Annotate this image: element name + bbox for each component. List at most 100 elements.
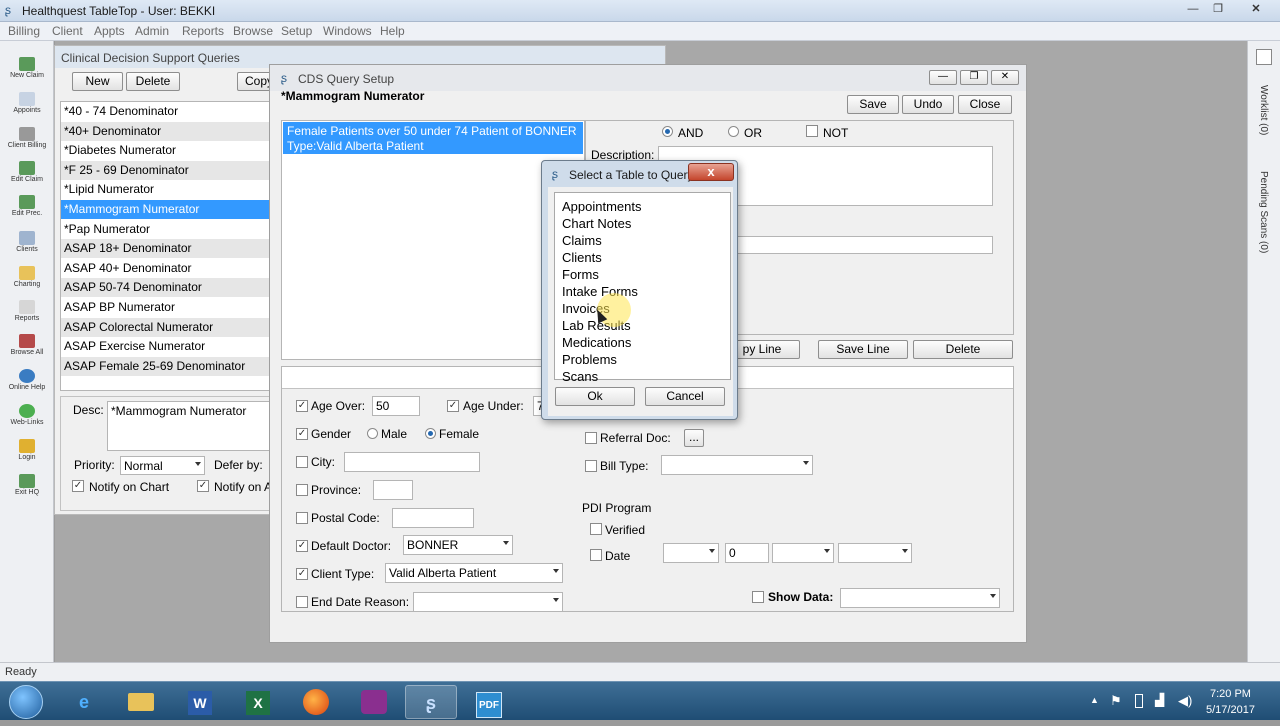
charting-button[interactable]: Charting — [3, 266, 51, 288]
date-number-field[interactable]: 0 — [725, 543, 769, 563]
maximize-button[interactable]: ❐ — [960, 70, 988, 85]
bill-type-checkbox[interactable] — [585, 460, 597, 472]
menu-admin[interactable]: Admin — [135, 24, 169, 38]
not-checkbox[interactable] — [806, 125, 818, 137]
close-button[interactable]: ✕ — [991, 70, 1019, 85]
and-radio[interactable] — [662, 126, 673, 137]
verified-checkbox[interactable] — [590, 523, 602, 535]
close-button[interactable]: ✕ — [1245, 3, 1267, 17]
menu-windows[interactable]: Windows — [323, 24, 372, 38]
list-item[interactable]: *Pap Numerator — [61, 220, 269, 239]
panel-icon[interactable] — [1256, 49, 1272, 65]
postal-code-checkbox[interactable] — [296, 512, 308, 524]
list-item[interactable]: ASAP 50-74 Denominator — [61, 278, 269, 298]
list-item[interactable]: *F 25 - 69 Denominator — [61, 160, 269, 180]
male-radio[interactable] — [367, 428, 378, 439]
clock-date[interactable]: 5/17/2017 — [1206, 704, 1255, 716]
list-item[interactable]: *Lipid Numerator — [61, 180, 269, 199]
end-date-reason-checkbox[interactable] — [296, 596, 308, 608]
save-button[interactable]: Save — [847, 95, 899, 114]
table-item-appointments[interactable]: Appointments — [562, 198, 712, 215]
postal-code-field[interactable] — [392, 508, 474, 528]
city-checkbox[interactable] — [296, 456, 308, 468]
default-doctor-select[interactable]: BONNER — [403, 535, 513, 555]
cancel-button[interactable]: Cancel — [645, 387, 725, 406]
female-radio[interactable] — [425, 428, 436, 439]
province-field[interactable] — [373, 480, 413, 500]
battery-icon[interactable] — [1135, 694, 1143, 708]
client-type-select[interactable]: Valid Alberta Patient — [385, 563, 563, 583]
list-item-selected[interactable]: *Mammogram Numerator — [61, 200, 269, 219]
file-explorer-icon[interactable] — [115, 685, 167, 719]
date-select-2[interactable] — [772, 543, 834, 563]
healthquest-icon[interactable]: ʂ — [405, 685, 457, 719]
date-checkbox[interactable] — [590, 549, 602, 561]
save-line-button[interactable]: Save Line — [818, 340, 908, 359]
list-item[interactable]: ASAP Female 25-69 Denominator — [61, 356, 269, 376]
web-links-button[interactable]: Web-Links — [3, 404, 51, 426]
table-item-claims[interactable]: Claims — [562, 232, 712, 249]
list-item[interactable]: *40+ Denominator — [61, 121, 269, 141]
notify-a-checkbox[interactable]: ✓ — [197, 480, 209, 492]
appoints-button[interactable]: Appoints — [3, 92, 51, 114]
table-item-forms[interactable]: Forms — [562, 266, 712, 283]
referral-doc-browse-button[interactable]: ... — [684, 429, 704, 447]
menu-appts[interactable]: Appts — [94, 24, 125, 38]
browse-all-button[interactable]: Browse All — [3, 334, 51, 356]
list-item[interactable]: *40 - 74 Denominator — [61, 102, 269, 121]
date-select-1[interactable] — [663, 543, 719, 563]
delete-line-button[interactable]: Delete — [913, 340, 1013, 359]
desc-field[interactable]: *Mammogram Numerator — [107, 401, 271, 451]
list-item[interactable]: ASAP 40+ Denominator — [61, 259, 269, 278]
edit-prec-button[interactable]: Edit Prec. — [3, 195, 51, 217]
ok-button[interactable]: Ok — [555, 387, 635, 406]
bill-type-select[interactable] — [661, 455, 813, 475]
referral-doc-checkbox[interactable] — [585, 432, 597, 444]
reports-button[interactable]: Reports — [3, 300, 51, 322]
rule-item-selected[interactable]: Female Patients over 50 under 74 Patient… — [283, 122, 583, 154]
client-billing-button[interactable]: Client Billing — [3, 127, 51, 149]
table-item-problems[interactable]: Problems — [562, 351, 712, 368]
meeting-app-icon[interactable] — [348, 685, 400, 719]
new-button[interactable]: New — [72, 72, 123, 91]
start-button-icon[interactable] — [9, 685, 43, 719]
list-item[interactable]: ASAP Exercise Numerator — [61, 337, 269, 356]
table-item-invoices[interactable]: Invoices — [562, 300, 712, 317]
client-type-checkbox[interactable]: ✓ — [296, 568, 308, 580]
rules-list[interactable]: Female Patients over 50 under 74 Patient… — [281, 120, 585, 360]
dialog-close-button[interactable]: x — [688, 163, 734, 181]
online-help-button[interactable]: Online Help — [3, 369, 51, 391]
excel-icon[interactable]: X — [232, 685, 284, 719]
default-doctor-checkbox[interactable]: ✓ — [296, 540, 308, 552]
list-item[interactable]: ASAP 18+ Denominator — [61, 239, 269, 259]
table-item-scans[interactable]: Scans — [562, 368, 712, 385]
close-query-button[interactable]: Close — [958, 95, 1012, 114]
menu-reports[interactable]: Reports — [182, 24, 224, 38]
table-item-lab-results[interactable]: Lab Results — [562, 317, 712, 334]
age-over-field[interactable]: 50 — [372, 396, 420, 416]
date-select-3[interactable] — [838, 543, 912, 563]
show-data-select[interactable] — [840, 588, 1000, 608]
tray-arrow-icon[interactable]: ▲ — [1090, 695, 1099, 705]
edit-claim-button[interactable]: Edit Claim — [3, 161, 51, 183]
minimize-button[interactable]: — — [929, 70, 957, 85]
end-date-reason-select[interactable] — [413, 592, 563, 612]
menu-client[interactable]: Client — [52, 24, 83, 38]
list-item[interactable]: ASAP BP Numerator — [61, 298, 269, 317]
or-radio[interactable] — [728, 126, 739, 137]
firefox-icon[interactable] — [290, 685, 342, 719]
age-over-checkbox[interactable]: ✓ — [296, 400, 308, 412]
table-item-chart-notes[interactable]: Chart Notes — [562, 215, 712, 232]
menu-help[interactable]: Help — [380, 24, 405, 38]
show-data-checkbox[interactable] — [752, 591, 764, 603]
word-icon[interactable]: W — [174, 685, 226, 719]
worklist-tab[interactable]: Worklist (0) — [1258, 85, 1269, 135]
minimize-button[interactable]: — — [1182, 3, 1204, 17]
clients-button[interactable]: Clients — [3, 231, 51, 253]
gender-checkbox[interactable]: ✓ — [296, 428, 308, 440]
city-field[interactable] — [344, 452, 480, 472]
exit-hq-button[interactable]: Exit HQ — [3, 474, 51, 496]
maximize-button[interactable]: ❐ — [1207, 3, 1229, 17]
internet-explorer-icon[interactable]: e — [58, 685, 110, 719]
volume-icon[interactable]: ◀) — [1178, 693, 1192, 709]
